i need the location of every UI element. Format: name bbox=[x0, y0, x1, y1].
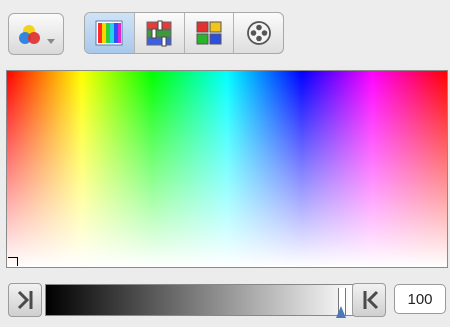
black-endcap-button[interactable] bbox=[8, 283, 42, 317]
swatches-icon bbox=[196, 21, 222, 45]
palette-menu-button[interactable] bbox=[8, 13, 64, 55]
color-circles-icon bbox=[19, 25, 55, 44]
spectrum-mode-button[interactable] bbox=[85, 13, 135, 53]
swatches-mode-button[interactable] bbox=[185, 13, 235, 53]
spectrum-cursor[interactable] bbox=[8, 257, 18, 266]
jump-to-white-icon bbox=[363, 290, 379, 310]
color-wheel-mode-button[interactable] bbox=[234, 13, 283, 53]
white-endcap-button[interactable] bbox=[352, 283, 386, 317]
mode-selector bbox=[84, 12, 284, 54]
toolbar bbox=[0, 0, 450, 66]
gray-value-text: 100 bbox=[407, 290, 433, 308]
slider-marker-icon bbox=[336, 306, 346, 318]
color-spectrum-picker[interactable] bbox=[6, 70, 448, 268]
spectrum-icon bbox=[95, 20, 123, 46]
sliders-mode-button[interactable] bbox=[135, 13, 185, 53]
gray-value-field[interactable]: 100 bbox=[394, 284, 446, 314]
jump-to-black-icon bbox=[17, 290, 33, 310]
gray-value-slider[interactable] bbox=[45, 284, 355, 316]
color-wheel-icon bbox=[246, 21, 271, 45]
sliders-icon bbox=[146, 20, 172, 47]
